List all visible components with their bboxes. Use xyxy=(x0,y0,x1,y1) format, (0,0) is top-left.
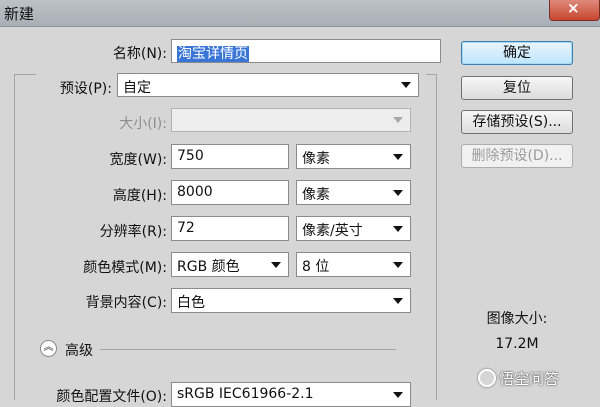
background-value: 白色 xyxy=(177,295,205,311)
save-preset-button[interactable]: 存储预设(S)... xyxy=(461,110,573,134)
chevron-down-icon xyxy=(393,189,403,196)
preset-value: 自定 xyxy=(123,80,151,96)
group-border-left xyxy=(14,74,15,400)
chevron-down-icon xyxy=(393,391,403,398)
width-input[interactable]: 750 xyxy=(171,144,289,169)
watermark-text: 悟空问答 xyxy=(499,370,560,388)
image-size-value: 17.2M xyxy=(495,336,539,352)
color-mode-select[interactable]: RGB 颜色 xyxy=(171,252,289,277)
reset-button[interactable]: 复位 xyxy=(461,76,573,100)
group-border-right xyxy=(436,74,437,400)
delete-preset-button[interactable]: 删除预设(D)... xyxy=(461,144,573,168)
width-unit-value: 像素 xyxy=(302,151,330,167)
name-value: 淘宝详情页 xyxy=(177,46,249,62)
resolution-value: 72 xyxy=(177,220,195,236)
chevron-down-icon xyxy=(401,82,411,88)
chevron-down-icon xyxy=(393,117,403,123)
height-input[interactable]: 8000 xyxy=(171,180,289,205)
name-label: 名称(N): xyxy=(112,46,167,62)
close-button[interactable]: × xyxy=(549,0,600,21)
ok-button[interactable]: 确定 xyxy=(461,41,573,65)
bit-depth-value: 8 位 xyxy=(302,259,330,275)
height-unit-select[interactable]: 像素 xyxy=(296,180,411,205)
title-bar: 新建 × xyxy=(0,0,600,27)
close-icon: × xyxy=(567,0,580,17)
width-value: 750 xyxy=(177,148,204,164)
advanced-label: 高级 xyxy=(65,343,93,359)
wukong-logo-icon xyxy=(478,369,496,387)
width-label: 宽度(W): xyxy=(109,152,167,168)
dialog-title: 新建 xyxy=(4,5,35,23)
preset-select[interactable]: 自定 xyxy=(117,73,419,97)
height-unit-value: 像素 xyxy=(302,187,330,203)
collapse-chevron-icon[interactable]: ︽ xyxy=(40,340,57,357)
resolution-label: 分辨率(R): xyxy=(99,224,167,240)
color-mode-label: 颜色模式(M): xyxy=(83,260,167,276)
resolution-unit-value: 像素/英寸 xyxy=(302,223,363,239)
chevron-down-icon xyxy=(393,297,403,304)
preset-label: 预设(P): xyxy=(59,81,112,97)
watermark: 悟空问答 xyxy=(478,368,559,394)
height-label: 高度(H): xyxy=(112,188,167,204)
bit-depth-select[interactable]: 8 位 xyxy=(296,252,411,277)
size-label: 大小(I): xyxy=(119,116,167,132)
background-select[interactable]: 白色 xyxy=(171,288,411,313)
color-profile-select[interactable]: sRGB IEC61966-2.1 xyxy=(171,382,411,407)
group-border-top-right xyxy=(426,74,436,75)
color-profile-label: 颜色配置文件(O): xyxy=(56,389,167,405)
resolution-input[interactable]: 72 xyxy=(171,216,289,241)
chevron-down-icon xyxy=(393,225,403,232)
background-label: 背景内容(C): xyxy=(85,295,167,311)
chevron-down-icon xyxy=(271,261,281,268)
chevron-down-icon xyxy=(393,261,403,268)
size-select[interactable] xyxy=(171,108,411,132)
height-value: 8000 xyxy=(177,184,213,200)
width-unit-select[interactable]: 像素 xyxy=(296,144,411,169)
advanced-divider xyxy=(100,349,396,350)
image-size-label: 图像大小: xyxy=(486,311,548,327)
color-mode-value: RGB 颜色 xyxy=(177,259,240,275)
resolution-unit-select[interactable]: 像素/英寸 xyxy=(296,216,411,241)
chevron-down-icon xyxy=(393,153,403,160)
name-input[interactable]: 淘宝详情页 xyxy=(171,39,441,63)
group-border-top-left xyxy=(14,74,36,75)
